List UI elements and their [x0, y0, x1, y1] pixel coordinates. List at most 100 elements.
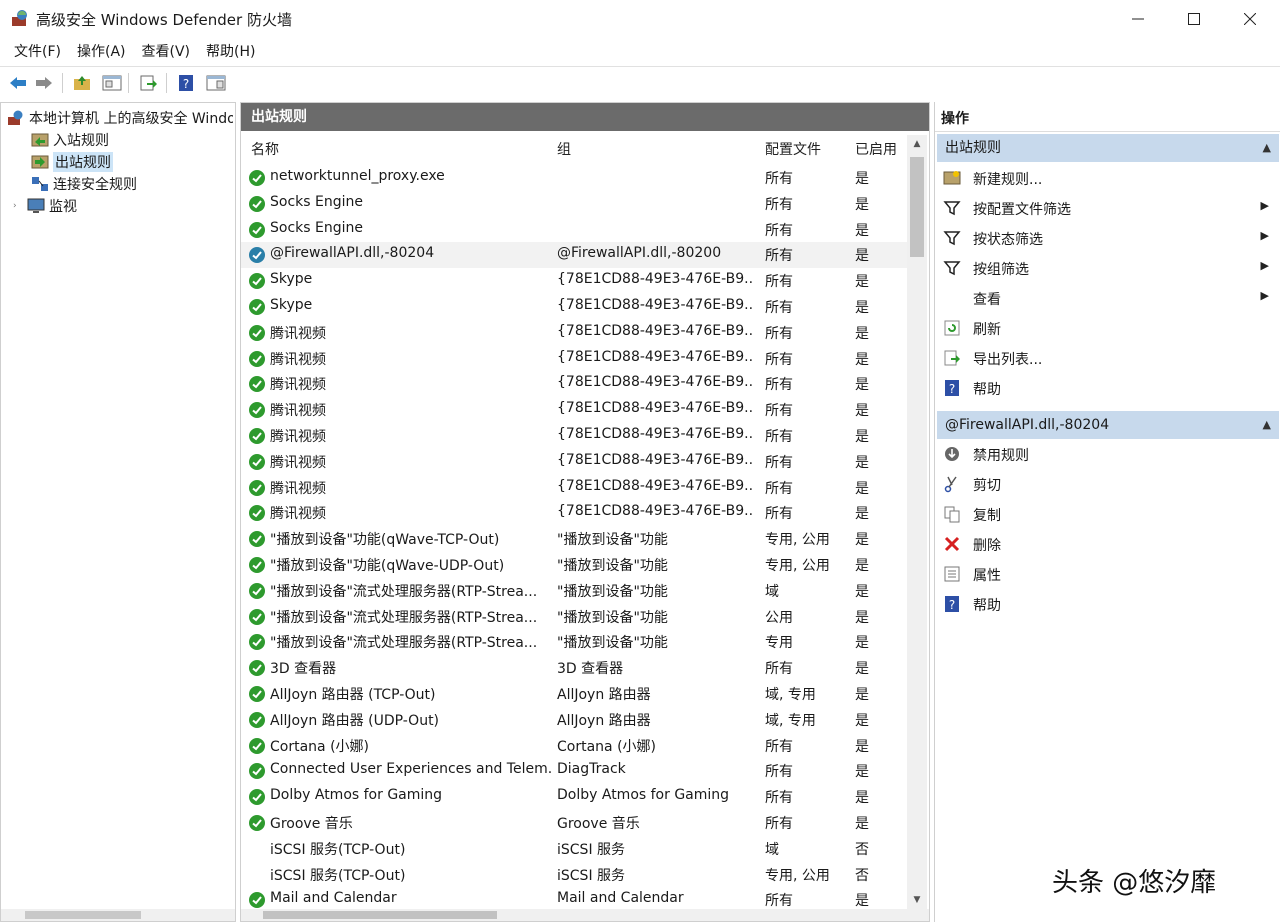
section-selected-rule-header[interactable]: @FirewallAPI.dll,-80204 ▲ [937, 411, 1279, 439]
tree-root-local-computer[interactable]: 本地计算机 上的高级安全 Windows [7, 107, 233, 129]
table-row[interactable]: Connected User Experiences and Telem... D… [241, 758, 907, 784]
rule-name-cell: networktunnel_proxy.exe [270, 168, 445, 184]
table-row[interactable]: networktunnel_proxy.exe 所有 是 [241, 165, 907, 191]
rule-group-cell: {78E1CD88-49E3-476E-B9... [557, 503, 753, 520]
action-help-item[interactable]: ? 帮助 [935, 373, 1280, 403]
section-outbound-rules-header[interactable]: 出站规则 ▲ [937, 134, 1279, 162]
table-row[interactable]: 腾讯视频 {78E1CD88-49E3-476E-B9... 所有 是 [241, 397, 907, 423]
rule-name-cell: "播放到设备"功能(qWave-UDP-Out) [270, 558, 505, 574]
rule-group-cell: "播放到设备"功能 [557, 609, 668, 626]
scrollbar-thumb[interactable] [263, 911, 497, 919]
rule-profile-cell: 所有 [765, 764, 793, 781]
action-properties-item[interactable]: 属性 [935, 559, 1280, 589]
menu-view[interactable]: 查看(V) [134, 38, 199, 66]
scrollbar-thumb[interactable] [25, 911, 141, 919]
table-row[interactable]: "播放到设备"功能(qWave-UDP-Out) "播放到设备"功能 专用, 公用 是 [241, 552, 907, 578]
action-new-rule-item[interactable]: 新建规则... [935, 163, 1280, 193]
rule-name-cell: 腾讯视频 [270, 454, 326, 471]
table-row[interactable]: 腾讯视频 {78E1CD88-49E3-476E-B9... 所有 是 [241, 449, 907, 475]
column-header-enabled[interactable]: 已启用 [855, 139, 897, 161]
action-refresh-item[interactable]: 刷新 [935, 313, 1280, 343]
forward-icon[interactable] [32, 71, 56, 95]
vertical-scrollbar[interactable]: ▲ ▼ [907, 135, 927, 909]
firewall-icon [7, 109, 25, 127]
rule-profile-cell: 所有 [765, 171, 793, 187]
table-row[interactable]: "播放到设备"流式处理服务器(RTP-Strea... "播放到设备"功能 公用 是 [241, 604, 907, 630]
rule-profile-cell: 专用, 公用 [765, 867, 830, 884]
rule-group-cell: {78E1CD88-49E3-476E-B9... [557, 297, 753, 313]
rule-group-cell: {78E1CD88-49E3-476E-B9... [557, 271, 753, 288]
menu-file[interactable]: 文件(F) [6, 38, 69, 66]
table-row[interactable]: 腾讯视频 {78E1CD88-49E3-476E-B9... 所有 是 [241, 371, 907, 397]
table-row[interactable]: "播放到设备"功能(qWave-TCP-Out) "播放到设备"功能 专用, 公用 是 [241, 526, 907, 552]
menu-action[interactable]: 操作(A) [69, 38, 134, 66]
rule-profile-cell: 专用, 公用 [765, 558, 830, 574]
action-none-item[interactable]: 查看 ▶ [935, 283, 1280, 313]
help-icon[interactable]: ? [174, 71, 198, 95]
action-filter-item[interactable]: 按状态筛选 ▶ [935, 223, 1280, 253]
action-filter-item[interactable]: 按配置文件筛选 ▶ [935, 193, 1280, 223]
table-row[interactable]: 腾讯视频 {78E1CD88-49E3-476E-B9... 所有 是 [241, 500, 907, 526]
table-row[interactable]: AllJoyn 路由器 (TCP-Out) AllJoyn 路由器 域, 专用 是 [241, 681, 907, 707]
table-row[interactable]: 腾讯视频 {78E1CD88-49E3-476E-B9... 所有 是 [241, 320, 907, 346]
action-delete-item[interactable]: 删除 [935, 529, 1280, 559]
action-filter-item[interactable]: 按组筛选 ▶ [935, 253, 1280, 283]
column-header-name[interactable]: 名称 [251, 139, 279, 161]
up-folder-icon[interactable] [70, 71, 94, 95]
maximize-button[interactable] [1166, 0, 1222, 38]
table-row[interactable]: @FirewallAPI.dll,-80204 @FirewallAPI.dll,… [241, 242, 907, 269]
column-header-group[interactable]: 组 [557, 139, 571, 161]
rule-name-cell: Mail and Calendar [270, 890, 397, 907]
table-row[interactable]: Skype {78E1CD88-49E3-476E-B9... 所有 是 [241, 294, 907, 320]
tree-horizontal-scrollbar[interactable] [1, 909, 235, 921]
action-cut-item[interactable]: 剪切 [935, 469, 1280, 499]
toolbar: ? [0, 66, 1280, 98]
rule-profile-cell: 所有 [765, 454, 793, 471]
table-row[interactable]: Dolby Atmos for Gaming Dolby Atmos for Ga… [241, 784, 907, 810]
table-row[interactable]: iSCSI 服务(TCP-Out) iSCSI 服务 域 否 [241, 836, 907, 862]
table-row[interactable]: 腾讯视频 {78E1CD88-49E3-476E-B9... 所有 是 [241, 346, 907, 372]
rule-profile-cell: 专用 [765, 635, 793, 652]
table-row[interactable]: Socks Engine 所有 是 [241, 191, 907, 217]
table-row[interactable]: Groove 音乐 Groove 音乐 所有 是 [241, 810, 907, 836]
expand-caret-icon[interactable]: › [13, 201, 27, 211]
minimize-button[interactable] [1110, 0, 1166, 38]
collapse-caret-icon[interactable]: ▲ [1263, 411, 1271, 439]
back-icon[interactable] [6, 71, 30, 95]
show-hide-tree-icon[interactable] [100, 71, 124, 95]
scroll-down-icon[interactable]: ▼ [907, 891, 927, 909]
action-label: 查看 [973, 292, 1001, 308]
rule-group-cell: Mail and Calendar [557, 890, 684, 907]
action-export-item[interactable]: 导出列表... [935, 343, 1280, 373]
close-button[interactable] [1222, 0, 1278, 38]
table-row[interactable]: 3D 查看器 3D 查看器 所有 是 [241, 655, 907, 681]
table-row[interactable]: Socks Engine 所有 是 [241, 217, 907, 243]
tree-item-outbound-rules[interactable]: 出站规则 [31, 151, 113, 173]
table-row[interactable]: Cortana (小娜) Cortana (小娜) 所有 是 [241, 733, 907, 759]
table-row[interactable]: AllJoyn 路由器 (UDP-Out) AllJoyn 路由器 域, 专用 是 [241, 707, 907, 733]
action-disable-item[interactable]: 禁用规则 [935, 439, 1280, 469]
scrollbar-thumb[interactable] [910, 157, 924, 257]
export-list-icon[interactable] [136, 71, 160, 95]
menu-help[interactable]: 帮助(H) [198, 38, 263, 66]
tree-item-inbound-rules[interactable]: 入站规则 [31, 129, 109, 151]
submenu-arrow-icon: ▶ [1260, 199, 1269, 212]
collapse-caret-icon[interactable]: ▲ [1263, 134, 1271, 162]
table-row[interactable]: "播放到设备"流式处理服务器(RTP-Strea... "播放到设备"功能 域 是 [241, 578, 907, 604]
rule-name-cell: Socks Engine [270, 193, 363, 210]
table-row[interactable]: "播放到设备"流式处理服务器(RTP-Strea... "播放到设备"功能 专用 是 [241, 629, 907, 655]
table-row[interactable]: 腾讯视频 {78E1CD88-49E3-476E-B9... 所有 是 [241, 423, 907, 449]
scroll-up-icon[interactable]: ▲ [907, 135, 927, 153]
table-row[interactable]: 腾讯视频 {78E1CD88-49E3-476E-B9... 所有 是 [241, 475, 907, 501]
show-hide-action-pane-icon[interactable] [204, 71, 228, 95]
submenu-arrow-icon: ▶ [1260, 289, 1269, 302]
table-row[interactable]: iSCSI 服务(TCP-Out) iSCSI 服务 专用, 公用 否 [241, 862, 907, 888]
column-header-profile[interactable]: 配置文件 [765, 139, 821, 161]
table-row[interactable]: Skype {78E1CD88-49E3-476E-B9... 所有 是 [241, 268, 907, 294]
action-copy-item[interactable]: 复制 [935, 499, 1280, 529]
rule-name-cell: AllJoyn 路由器 (TCP-Out) [270, 687, 436, 703]
horizontal-scrollbar[interactable] [241, 909, 929, 921]
tree-item-monitoring[interactable]: › 监视 [13, 195, 77, 217]
tree-item-connection-security-rules[interactable]: 连接安全规则 [31, 173, 137, 195]
action-help-item[interactable]: ? 帮助 [935, 589, 1280, 619]
